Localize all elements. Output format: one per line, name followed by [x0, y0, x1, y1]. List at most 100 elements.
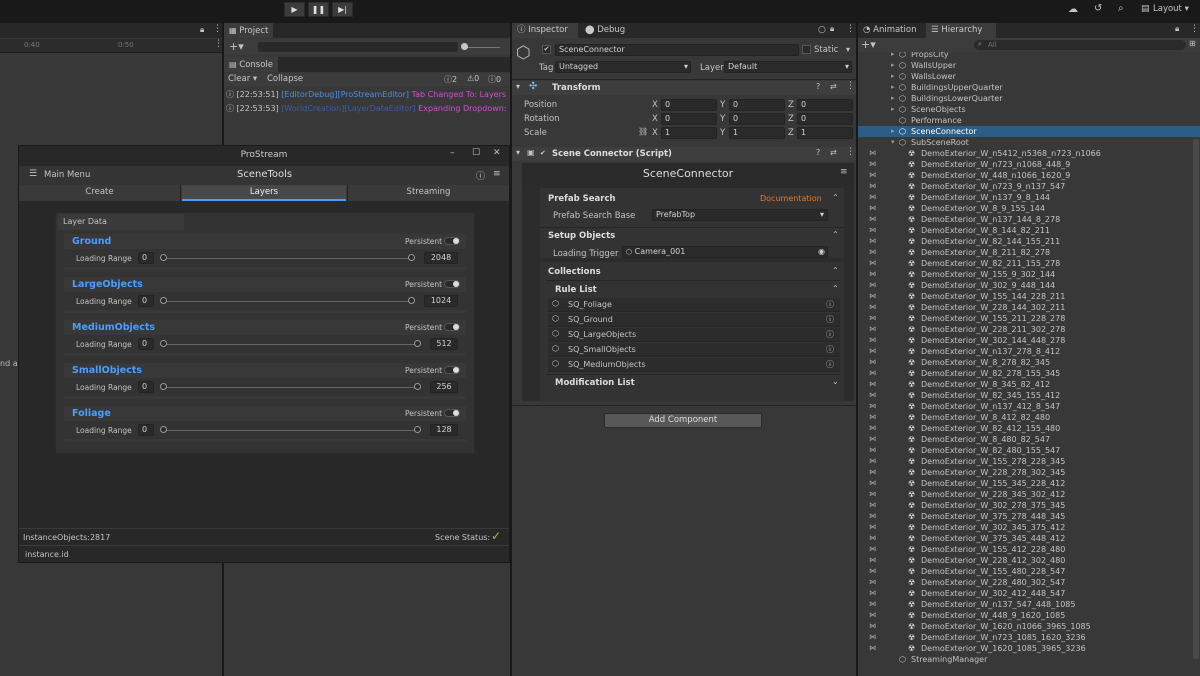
hierarchy-item[interactable]: ⋈ ☢ DemoExterior_W_228_144_302_211 — [858, 302, 1192, 313]
hierarchy-item[interactable]: ▸ ⬡ BuildingsLowerQuarter — [858, 93, 1200, 104]
range-min-field[interactable]: 0 — [138, 338, 154, 350]
info-icon[interactable]: ⓘ — [826, 329, 834, 340]
layers-icon[interactable]: ▤ — [1141, 4, 1150, 14]
range-min-field[interactable]: 0 — [138, 295, 154, 307]
hierarchy-item[interactable]: ⋈ ☢ DemoExterior_W_82_211_155_278 — [858, 258, 1192, 269]
hierarchy-item[interactable]: ⋈ ☢ DemoExterior_W_n137_9_8_144 — [858, 192, 1192, 203]
range-min-field[interactable]: 0 — [138, 381, 154, 393]
tab-debug[interactable]: ⬤ Debug — [580, 23, 630, 38]
chevron-right-icon[interactable]: ▸ — [891, 71, 895, 82]
hierarchy-item[interactable]: ⋈ ☢ DemoExterior_W_8_144_82_211 — [858, 225, 1192, 236]
cloud-icon[interactable]: ☁ — [1068, 4, 1078, 15]
hierarchy-item[interactable]: ⋈ ☢ DemoExterior_W_8_211_82_278 — [858, 247, 1192, 258]
chevron-up-icon[interactable]: ⌃ — [832, 284, 839, 293]
hierarchy-item[interactable]: ⋈ ☢ DemoExterior_W_448_9_1620_1085 — [858, 610, 1192, 621]
hierarchy-item[interactable]: ⋈ ☢ DemoExterior_W_228_412_302_480 — [858, 555, 1192, 566]
range-slider-max-handle[interactable] — [414, 426, 421, 433]
chevron-right-icon[interactable]: ▸ — [891, 126, 895, 137]
visibility-toggle-icon[interactable]: ⋈ — [869, 434, 876, 445]
more-icon[interactable]: ⋮ — [214, 39, 223, 49]
persistent-toggle[interactable] — [444, 366, 460, 374]
visibility-toggle-icon[interactable]: ⋈ — [869, 511, 876, 522]
visibility-toggle-icon[interactable]: ⋈ — [869, 621, 876, 632]
range-slider-track[interactable] — [164, 430, 418, 431]
filter-icon[interactable]: ⊞ — [1189, 39, 1196, 48]
timeline-ruler[interactable]: 0:40 0:50 ⋮ — [0, 39, 223, 53]
chevron-right-icon[interactable]: ▸ — [891, 52, 895, 60]
hierarchy-item[interactable]: ⋈ ☢ DemoExterior_W_155_278_228_345 — [858, 456, 1192, 467]
circle-icon[interactable]: ○ — [818, 25, 826, 35]
hierarchy-item[interactable]: ⋈ ☢ DemoExterior_W_155_412_228_480 — [858, 544, 1192, 555]
hierarchy-item[interactable]: ⋈ ☢ DemoExterior_W_302_278_375_345 — [858, 500, 1192, 511]
tab-layers[interactable]: Layers — [182, 185, 346, 201]
tab-inspector[interactable]: ⓘ Inspector — [512, 23, 578, 38]
tag-dropdown[interactable]: Untagged ▾ — [555, 61, 691, 73]
visibility-toggle-icon[interactable]: ⋈ — [869, 269, 876, 280]
transform-y-field[interactable]: 0 — [729, 99, 785, 111]
more-icon[interactable]: ⋮ — [213, 24, 222, 34]
chevron-up-icon[interactable]: ⌃ — [832, 266, 839, 275]
persistent-toggle[interactable] — [444, 323, 460, 331]
visibility-toggle-icon[interactable]: ⋈ — [869, 236, 876, 247]
hierarchy-item[interactable]: ⋈ ☢ DemoExterior_W_82_278_155_345 — [858, 368, 1192, 379]
transform-x-field[interactable]: 0 — [661, 113, 717, 125]
hierarchy-item[interactable]: ▸ ⬡ SceneConnector — [858, 126, 1200, 137]
hierarchy-item[interactable]: ⋈ ☢ DemoExterior_W_8_9_155_144 — [858, 203, 1192, 214]
log-entry[interactable]: ⓘ [22:53:53] [WorldCreation][LayerDataEd… — [226, 103, 510, 116]
project-search-input[interactable] — [258, 42, 458, 52]
range-slider-max-handle[interactable] — [414, 383, 421, 390]
error-filter[interactable]: ⓘ0 — [488, 74, 501, 85]
visibility-toggle-icon[interactable]: ⋈ — [869, 148, 876, 159]
visibility-toggle-icon[interactable]: ⋈ — [869, 247, 876, 258]
range-slider-max-handle[interactable] — [408, 297, 415, 304]
chevron-down-icon[interactable]: ▾ — [846, 45, 850, 54]
range-max-field[interactable]: 2048 — [424, 252, 458, 264]
visibility-toggle-icon[interactable]: ⋈ — [869, 390, 876, 401]
pause-button[interactable]: ❚❚ — [308, 2, 329, 17]
lock-icon[interactable]: 🔒︎ — [1175, 24, 1179, 34]
visibility-toggle-icon[interactable]: ⋈ — [869, 588, 876, 599]
close-icon[interactable]: ✕ — [493, 148, 501, 158]
hierarchy-item[interactable]: ⋈ ☢ DemoExterior_W_228_211_302_278 — [858, 324, 1192, 335]
step-button[interactable]: ▶| — [332, 2, 353, 17]
visibility-toggle-icon[interactable]: ⋈ — [869, 401, 876, 412]
script-component-header[interactable]: ▾ ▣ ✔ Scene Connector (Script) ? ⇄ ⋮ — [512, 147, 856, 161]
clear-button[interactable]: Clear ▾ — [228, 74, 257, 84]
prostream-titlebar[interactable]: ProStream — [19, 146, 509, 165]
range-slider-min-handle[interactable] — [160, 254, 167, 261]
range-slider-track[interactable] — [164, 258, 412, 259]
chevron-up-icon[interactable]: ⌃ — [832, 230, 839, 239]
visibility-toggle-icon[interactable]: ⋈ — [869, 500, 876, 511]
chevron-right-icon[interactable]: ▸ — [891, 93, 895, 104]
hierarchy-item[interactable]: ⋈ ☢ DemoExterior_W_n723_9_n137_547 — [858, 181, 1192, 192]
info-icon[interactable]: ⓘ — [826, 314, 834, 325]
chevron-right-icon[interactable]: ▸ — [891, 60, 895, 71]
chevron-up-icon[interactable]: ⌃ — [832, 193, 839, 202]
object-name-field[interactable]: SceneConnector — [555, 44, 799, 56]
hierarchy-item[interactable]: ⋈ ☢ DemoExterior_W_n137_278_8_412 — [858, 346, 1192, 357]
visibility-toggle-icon[interactable]: ⋈ — [869, 599, 876, 610]
visibility-toggle-icon[interactable]: ⋈ — [869, 346, 876, 357]
minimize-icon[interactable]: – — [450, 148, 455, 158]
prefab-search-base-dropdown[interactable]: PrefabTop ▾ — [652, 209, 828, 221]
visibility-toggle-icon[interactable]: ⋈ — [869, 302, 876, 313]
hamburger-icon[interactable]: ☰ — [29, 169, 37, 179]
add-dropdown[interactable]: +▾ — [861, 38, 876, 51]
range-slider-min-handle[interactable] — [160, 297, 167, 304]
hierarchy-item[interactable]: ⋈ ☢ DemoExterior_W_302_9_448_144 — [858, 280, 1192, 291]
zoom-slider-handle[interactable] — [461, 43, 468, 50]
visibility-toggle-icon[interactable]: ⋈ — [869, 544, 876, 555]
range-max-field[interactable]: 1024 — [424, 295, 458, 307]
history-icon[interactable]: ↺ — [1094, 3, 1102, 14]
target-icon[interactable]: ◉ — [818, 247, 827, 257]
more-icon[interactable]: ⋮ — [846, 24, 855, 34]
transform-x-field[interactable]: 1 — [661, 127, 717, 139]
help-icon[interactable]: ? — [816, 148, 820, 157]
visibility-toggle-icon[interactable]: ⋈ — [869, 533, 876, 544]
hierarchy-item[interactable]: ⋈ ☢ DemoExterior_W_155_9_302_144 — [858, 269, 1192, 280]
rule-list-item[interactable]: ⬡ SQ_LargeObjects ⓘ — [548, 328, 840, 342]
hierarchy-scrollbar[interactable] — [1193, 139, 1199, 659]
visibility-toggle-icon[interactable]: ⋈ — [869, 357, 876, 368]
transform-z-field[interactable]: 0 — [797, 113, 853, 125]
visibility-toggle-icon[interactable]: ⋈ — [869, 258, 876, 269]
